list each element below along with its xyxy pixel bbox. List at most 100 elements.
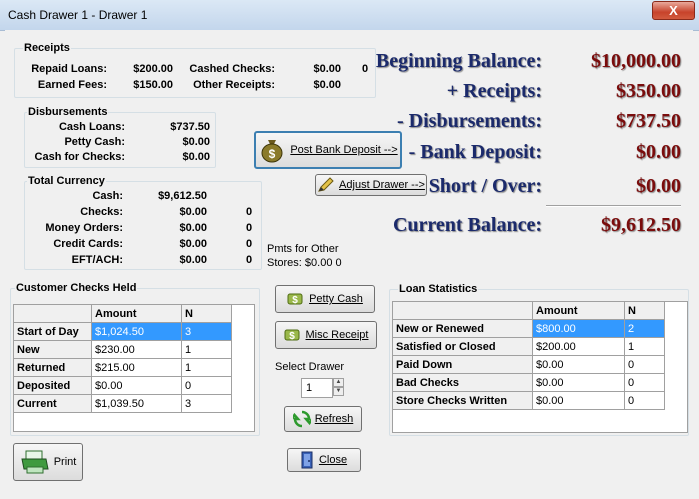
customer-checks-table: Amount N Start of Day $1,024.50 3 New $2… bbox=[13, 304, 232, 413]
row-label: New bbox=[13, 340, 92, 359]
cash-loans-value: $737.50 bbox=[170, 121, 210, 133]
loan-statistics-header-blank bbox=[392, 301, 533, 320]
table-row[interactable]: New $230.00 1 bbox=[13, 340, 232, 359]
select-drawer-label: Select Drawer bbox=[275, 361, 345, 373]
repaid-loans-label: Repaid Loans: bbox=[31, 63, 107, 75]
money-orders-value: $0.00 bbox=[179, 222, 207, 234]
current-balance-value: $9,612.50 bbox=[601, 214, 681, 236]
earned-fees-value: $150.00 bbox=[133, 79, 173, 91]
cash-drawer-panel: Receipts Repaid Loans: $200.00 Earned Fe… bbox=[5, 30, 693, 495]
row-amount[interactable]: $215.00 bbox=[91, 358, 182, 377]
credit-cards-label: Credit Cards: bbox=[53, 238, 123, 250]
close-button[interactable]: Close bbox=[287, 448, 361, 472]
other-stores-value: Stores: $0.00 0 bbox=[267, 257, 342, 269]
summary-divider bbox=[546, 205, 681, 207]
print-button-label: Print bbox=[53, 456, 77, 468]
row-amount[interactable]: $230.00 bbox=[91, 340, 182, 359]
table-row[interactable]: Deposited $0.00 0 bbox=[13, 376, 232, 395]
eft-ach-value: $0.00 bbox=[179, 254, 207, 266]
receipts-summary-label: + Receipts: bbox=[446, 80, 542, 102]
bank-deposit-summary-value: $0.00 bbox=[636, 141, 681, 163]
post-bank-deposit-label: Post Bank Deposit --> bbox=[290, 144, 398, 156]
cash-for-checks-label: Cash for Checks: bbox=[34, 151, 125, 163]
select-drawer-input[interactable]: 1 bbox=[301, 378, 333, 398]
short-over-value: $0.00 bbox=[636, 175, 681, 197]
loan-statistics-header-n[interactable]: N bbox=[624, 301, 665, 320]
customer-checks-header-blank bbox=[13, 304, 92, 323]
customer-checks-header-row: Amount N bbox=[13, 304, 232, 323]
printer-icon bbox=[21, 450, 49, 474]
row-count[interactable]: 3 bbox=[181, 394, 232, 413]
dollar-icon: $ bbox=[287, 293, 303, 306]
row-count[interactable]: 0 bbox=[624, 373, 665, 392]
cashed-checks-value: $0.00 bbox=[313, 63, 341, 75]
customer-checks-header-n[interactable]: N bbox=[181, 304, 232, 323]
money-bag-icon: $ bbox=[261, 140, 283, 163]
select-drawer-spinner[interactable]: ▲ ▼ bbox=[333, 378, 344, 396]
row-count[interactable]: 1 bbox=[181, 340, 232, 359]
table-row[interactable]: Returned $215.00 1 bbox=[13, 358, 232, 377]
customer-checks-header-amount[interactable]: Amount bbox=[91, 304, 182, 323]
cash-loans-label: Cash Loans: bbox=[58, 121, 125, 133]
row-count[interactable]: 3 bbox=[181, 322, 232, 341]
disbursements-summary-value: $737.50 bbox=[616, 110, 681, 132]
beginning-balance-label: Beginning Balance: bbox=[375, 50, 542, 72]
cash-for-checks-value: $0.00 bbox=[182, 151, 210, 163]
earned-fees-label: Earned Fees: bbox=[37, 79, 107, 91]
loan-statistics-header-amount[interactable]: Amount bbox=[532, 301, 625, 320]
table-row[interactable]: New or Renewed $800.00 2 bbox=[392, 319, 665, 338]
row-label: Store Checks Written bbox=[392, 391, 533, 410]
row-amount[interactable]: $200.00 bbox=[532, 337, 625, 356]
table-row[interactable]: Paid Down $0.00 0 bbox=[392, 355, 665, 374]
exit-door-icon bbox=[301, 451, 313, 469]
post-bank-deposit-button[interactable]: $ Post Bank Deposit --> bbox=[254, 131, 402, 169]
row-count[interactable]: 0 bbox=[624, 391, 665, 410]
row-label: Deposited bbox=[13, 376, 92, 395]
row-label: Bad Checks bbox=[392, 373, 533, 392]
misc-receipt-button[interactable]: $ Misc Receipt bbox=[275, 321, 377, 349]
window-close-button[interactable]: X bbox=[652, 1, 695, 20]
table-row[interactable]: Bad Checks $0.00 0 bbox=[392, 373, 665, 392]
row-amount[interactable]: $0.00 bbox=[91, 376, 182, 395]
receipts-legend: Receipts bbox=[24, 42, 70, 54]
checks-count: 0 bbox=[246, 206, 253, 218]
row-label: New or Renewed bbox=[392, 319, 533, 338]
dollar-icon: $ bbox=[284, 329, 300, 342]
loan-statistics-legend: Loan Statistics bbox=[399, 283, 478, 295]
checks-value: $0.00 bbox=[179, 206, 207, 218]
misc-receipt-button-label: Misc Receipt bbox=[305, 329, 369, 341]
adjust-drawer-button[interactable]: Adjust Drawer --> bbox=[315, 174, 427, 196]
row-amount[interactable]: $0.00 bbox=[532, 391, 625, 410]
row-count[interactable]: 2 bbox=[624, 319, 665, 338]
row-amount[interactable]: $1,039.50 bbox=[91, 394, 182, 413]
row-label: Returned bbox=[13, 358, 92, 377]
row-amount[interactable]: $0.00 bbox=[532, 355, 625, 374]
table-row[interactable]: Store Checks Written $0.00 0 bbox=[392, 391, 665, 410]
row-count[interactable]: 1 bbox=[181, 358, 232, 377]
table-row[interactable]: Start of Day $1,024.50 3 bbox=[13, 322, 232, 341]
disbursements-legend: Disbursements bbox=[28, 106, 108, 118]
other-receipts-label: Other Receipts: bbox=[193, 79, 275, 91]
print-button[interactable]: Print bbox=[13, 443, 83, 481]
svg-text:$: $ bbox=[269, 147, 276, 161]
row-amount[interactable]: $1,024.50 bbox=[91, 322, 182, 341]
row-count[interactable]: 1 bbox=[624, 337, 665, 356]
row-amount[interactable]: $0.00 bbox=[532, 373, 625, 392]
petty-cash-label: Petty Cash: bbox=[64, 136, 125, 148]
refresh-button[interactable]: Refresh bbox=[284, 406, 362, 432]
spin-down-icon[interactable]: ▼ bbox=[333, 387, 344, 396]
spin-up-icon[interactable]: ▲ bbox=[333, 378, 344, 387]
table-row[interactable]: Current $1,039.50 3 bbox=[13, 394, 232, 413]
row-count[interactable]: 0 bbox=[181, 376, 232, 395]
cash-value: $9,612.50 bbox=[158, 190, 207, 202]
table-row[interactable]: Satisfied or Closed $200.00 1 bbox=[392, 337, 665, 356]
refresh-button-label: Refresh bbox=[314, 413, 354, 425]
petty-cash-button[interactable]: $ Petty Cash bbox=[275, 285, 375, 313]
cashed-checks-label: Cashed Checks: bbox=[189, 63, 275, 75]
petty-cash-button-label: Petty Cash bbox=[309, 293, 363, 305]
row-count[interactable]: 0 bbox=[624, 355, 665, 374]
row-amount[interactable]: $800.00 bbox=[532, 319, 625, 338]
row-label: Satisfied or Closed bbox=[392, 337, 533, 356]
other-receipts-value: $0.00 bbox=[313, 79, 341, 91]
row-label: Start of Day bbox=[13, 322, 92, 341]
